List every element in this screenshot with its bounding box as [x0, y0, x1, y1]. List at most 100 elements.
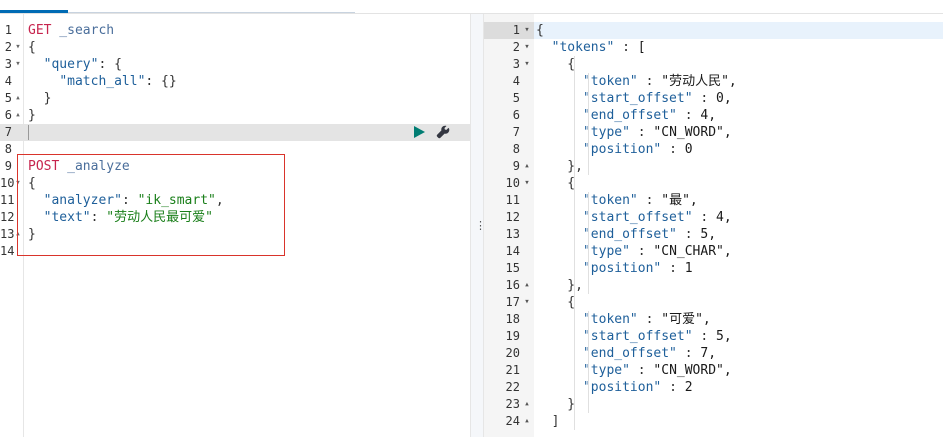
line-number: 14	[0, 244, 15, 258]
response-line: 21 "type" : "CN_WORD",	[484, 362, 943, 379]
code-token: : {}	[145, 74, 177, 89]
line-number: 8	[512, 142, 520, 156]
response-line: 2 ▾ "tokens" : [	[484, 39, 943, 56]
response-text: "type" : "CN_WORD",	[582, 363, 732, 378]
response-text: "type" : "CN_WORD",	[582, 125, 732, 140]
fold-toggle-icon[interactable]: ▴	[522, 413, 532, 430]
analyze-request-highlight	[17, 154, 285, 256]
response-line: 6 "end_offset" : 4,	[484, 107, 943, 124]
response-text: {	[536, 57, 576, 72]
editor-line[interactable]: 2 ▾ {	[0, 39, 470, 56]
response-line: 11 "token" : "最",	[484, 192, 943, 209]
line-number: 8	[4, 142, 12, 156]
response-text: }	[536, 397, 576, 412]
code-token: "query"	[43, 57, 99, 72]
fold-toggle-icon[interactable]: ▾	[522, 175, 532, 192]
fold-toggle-icon[interactable]: ▾	[13, 56, 23, 73]
editor-line[interactable]: 1 GET _search	[0, 22, 470, 39]
fold-toggle-icon[interactable]: ▾	[522, 56, 532, 73]
fold-toggle-icon[interactable]: ▾	[13, 39, 23, 56]
text-cursor	[28, 125, 29, 140]
line-number: 9	[512, 159, 520, 173]
indent-guide	[588, 73, 589, 175]
line-number: 15	[505, 261, 520, 275]
response-text: "token" : "最",	[582, 193, 698, 208]
code-text: {	[28, 39, 36, 56]
response-text: "start_offset" : 5,	[582, 329, 732, 344]
line-number: 10	[0, 176, 15, 190]
response-text: {	[536, 23, 544, 38]
fold-toggle-icon[interactable]: ▴	[13, 107, 23, 124]
line-number: 6	[4, 108, 12, 122]
response-line: 8 "position" : 0	[484, 141, 943, 158]
line-number: 16	[505, 278, 520, 292]
editor-line[interactable]: 3 ▾ "query": {	[0, 56, 470, 73]
console-tab-bar	[0, 0, 943, 14]
response-text: "token" : "劳动人民",	[582, 74, 737, 89]
line-number: 18	[505, 312, 520, 326]
response-line: 18 "token" : "可爱",	[484, 311, 943, 328]
line-number: 10	[505, 176, 520, 190]
response-text: },	[536, 278, 583, 293]
code-text: }	[28, 107, 36, 124]
line-number: 19	[505, 329, 520, 343]
code-text: "match_all": {}	[28, 73, 177, 90]
response-text: "type" : "CN_CHAR",	[582, 244, 732, 259]
indent-guide	[588, 192, 589, 294]
fold-toggle-icon[interactable]: ▾	[522, 294, 532, 311]
editor-line[interactable]: 5 ▴ }	[0, 90, 470, 107]
editor-line[interactable]: 7	[0, 124, 470, 141]
response-text: "start_offset" : 0,	[582, 91, 732, 106]
code-token: : {	[98, 57, 122, 72]
response-line: 16 ▴ },	[484, 277, 943, 294]
code-text: GET _search	[28, 22, 114, 39]
fold-toggle-icon[interactable]: ▴	[522, 158, 532, 175]
line-number: 7	[4, 125, 12, 139]
tab-underline	[68, 12, 355, 13]
active-tab-indicator[interactable]	[0, 10, 68, 13]
line-number: 24	[505, 414, 520, 428]
editor-line[interactable]: 6 ▴}	[0, 107, 470, 124]
response-line: 4 "token" : "劳动人民",	[484, 73, 943, 90]
code-token: }	[28, 108, 36, 123]
response-text: "position" : 1	[582, 261, 693, 276]
response-line: 20 "end_offset" : 7,	[484, 345, 943, 362]
line-number: 7	[512, 125, 520, 139]
active-line-highlight	[534, 22, 943, 39]
pane-resizer[interactable]: ⋮	[470, 14, 486, 437]
response-line: 5 "start_offset" : 0,	[484, 90, 943, 107]
response-text: "tokens" : [	[551, 40, 646, 55]
wrench-icon[interactable]	[436, 125, 450, 139]
line-number: 9	[4, 159, 12, 173]
line-number: 20	[505, 346, 520, 360]
line-number: 11	[0, 193, 15, 207]
line-number: 5	[512, 91, 520, 105]
editor-line[interactable]: 4 "match_all": {}	[0, 73, 470, 90]
line-number: 12	[0, 210, 15, 224]
fold-toggle-icon[interactable]: ▴	[522, 277, 532, 294]
code-text: }	[28, 90, 52, 107]
response-text: "position" : 0	[582, 142, 693, 157]
response-line: 24 ▴ ]	[484, 413, 943, 430]
response-line: 17 ▾ {	[484, 294, 943, 311]
play-icon[interactable]	[414, 126, 425, 138]
code-token: GET	[28, 23, 52, 38]
response-line: 1 ▾ {	[484, 22, 943, 39]
fold-toggle-icon[interactable]: ▾	[522, 22, 532, 39]
response-text: {	[536, 176, 576, 191]
line-number: 3	[4, 57, 12, 71]
line-number: 1	[4, 23, 12, 37]
response-line: 22 "position" : 2	[484, 379, 943, 396]
request-editor[interactable]: 1 GET _search 2 ▾{3 ▾ "query": {4 "match_all…	[0, 14, 470, 437]
indent-guide	[588, 311, 589, 413]
response-line: 10 ▾ {	[484, 175, 943, 192]
response-line: 9 ▴ },	[484, 158, 943, 175]
line-number: 21	[505, 363, 520, 377]
line-number: 11	[505, 193, 520, 207]
fold-toggle-icon[interactable]: ▾	[522, 39, 532, 56]
response-line: 19 "start_offset" : 5,	[484, 328, 943, 345]
fold-toggle-icon[interactable]: ▴	[13, 90, 23, 107]
code-token: {	[28, 40, 36, 55]
fold-toggle-icon[interactable]: ▴	[522, 396, 532, 413]
